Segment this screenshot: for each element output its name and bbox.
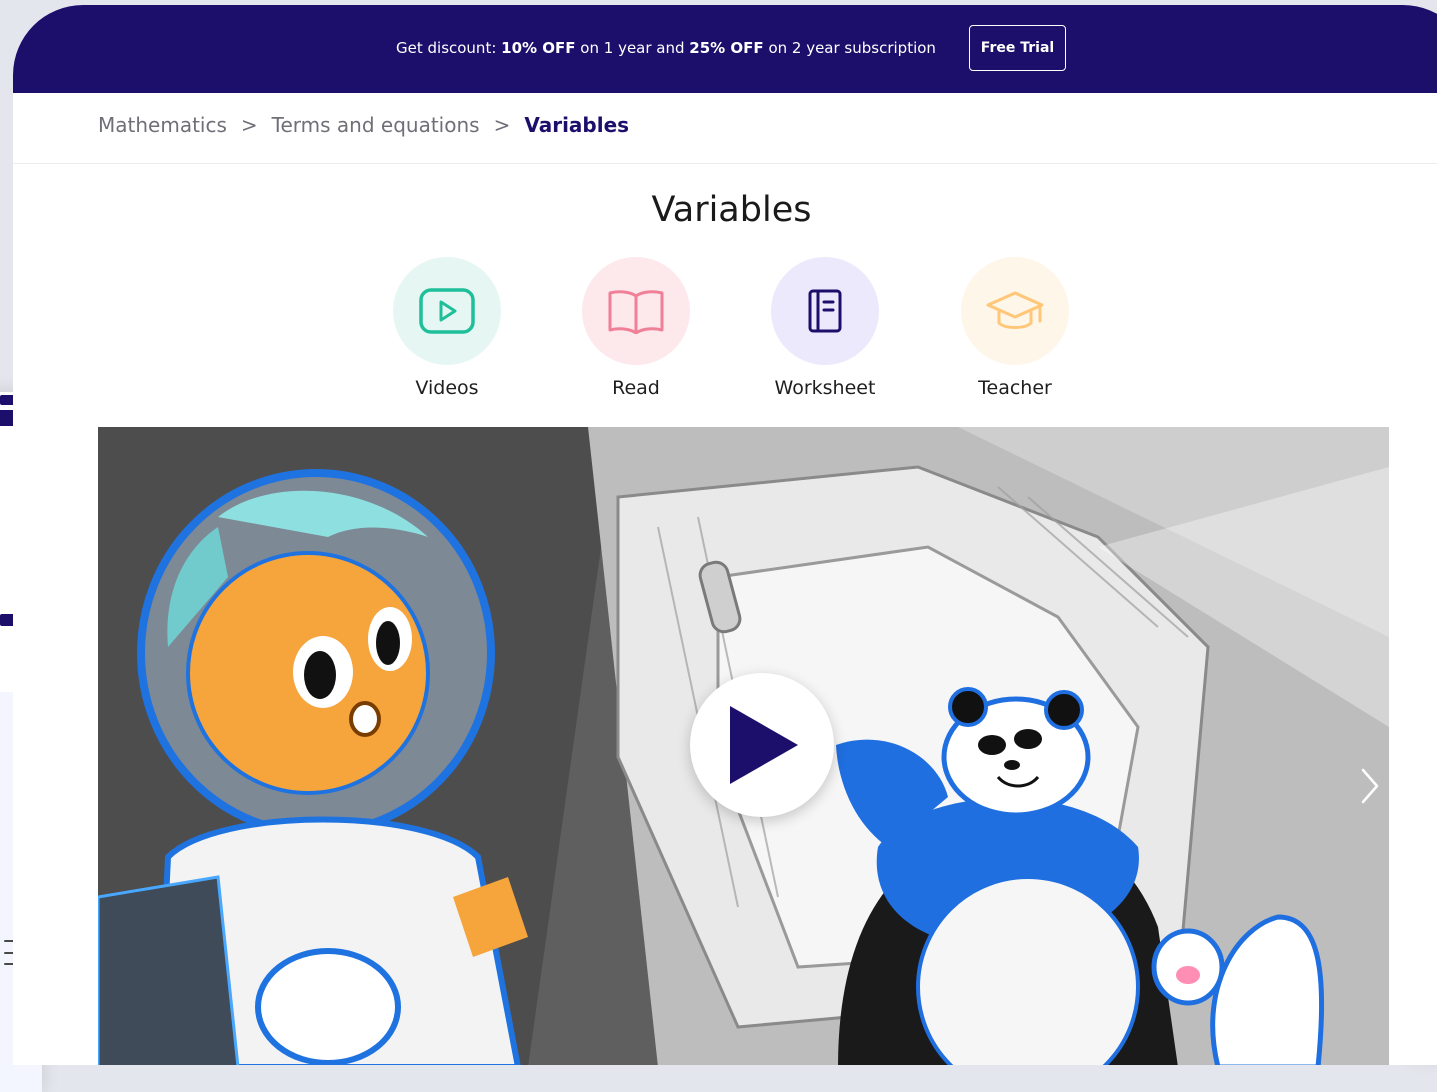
video-play-icon xyxy=(419,288,475,334)
breadcrumb-terms-and-equations[interactable]: Terms and equations xyxy=(272,113,480,137)
promo-middle-1: on 1 year and xyxy=(575,39,690,57)
promo-text: Get discount: 10% OFF on 1 year and 25% … xyxy=(396,39,936,57)
promo-discount-2: 25% OFF xyxy=(689,39,764,57)
main-window: Get discount: 10% OFF on 1 year and 25% … xyxy=(13,5,1437,1065)
tool-circle xyxy=(393,257,501,365)
open-book-icon xyxy=(608,290,664,334)
notebook-icon xyxy=(808,289,842,333)
tool-videos[interactable]: Videos xyxy=(382,257,512,399)
breadcrumb-current: Variables xyxy=(524,113,630,137)
promo-middle-2: on 2 year subscription xyxy=(763,39,936,57)
header-divider xyxy=(13,163,1437,164)
next-arrow[interactable] xyxy=(1360,767,1380,809)
tool-label: Teacher xyxy=(978,377,1052,399)
chevron-right-icon xyxy=(1361,768,1379,804)
tool-label: Videos xyxy=(415,377,479,399)
promo-discount-1: 10% OFF xyxy=(501,39,576,57)
breadcrumb: Mathematics > Terms and equations > Variable… xyxy=(98,113,629,137)
play-button[interactable] xyxy=(690,673,834,817)
breadcrumb-separator: > xyxy=(493,113,511,137)
play-icon xyxy=(730,706,798,784)
tool-label: Worksheet xyxy=(774,377,876,399)
page-title: Variables xyxy=(651,190,812,230)
tool-circle xyxy=(582,257,690,365)
tool-read[interactable]: Read xyxy=(571,257,701,399)
tool-teacher[interactable]: Teacher xyxy=(950,257,1080,399)
breadcrumb-mathematics[interactable]: Mathematics xyxy=(98,113,227,137)
tool-label: Read xyxy=(612,377,660,399)
graduation-cap-icon xyxy=(986,291,1044,329)
tool-circle xyxy=(771,257,879,365)
tool-circle xyxy=(961,257,1069,365)
tool-worksheet[interactable]: Worksheet xyxy=(760,257,890,399)
free-trial-button[interactable]: Free Trial xyxy=(969,25,1066,71)
promo-banner: Get discount: 10% OFF on 1 year and 25% … xyxy=(13,5,1437,93)
video-player[interactable] xyxy=(98,427,1389,1065)
breadcrumb-separator: > xyxy=(240,113,258,137)
promo-prefix: Get discount: xyxy=(396,39,502,57)
